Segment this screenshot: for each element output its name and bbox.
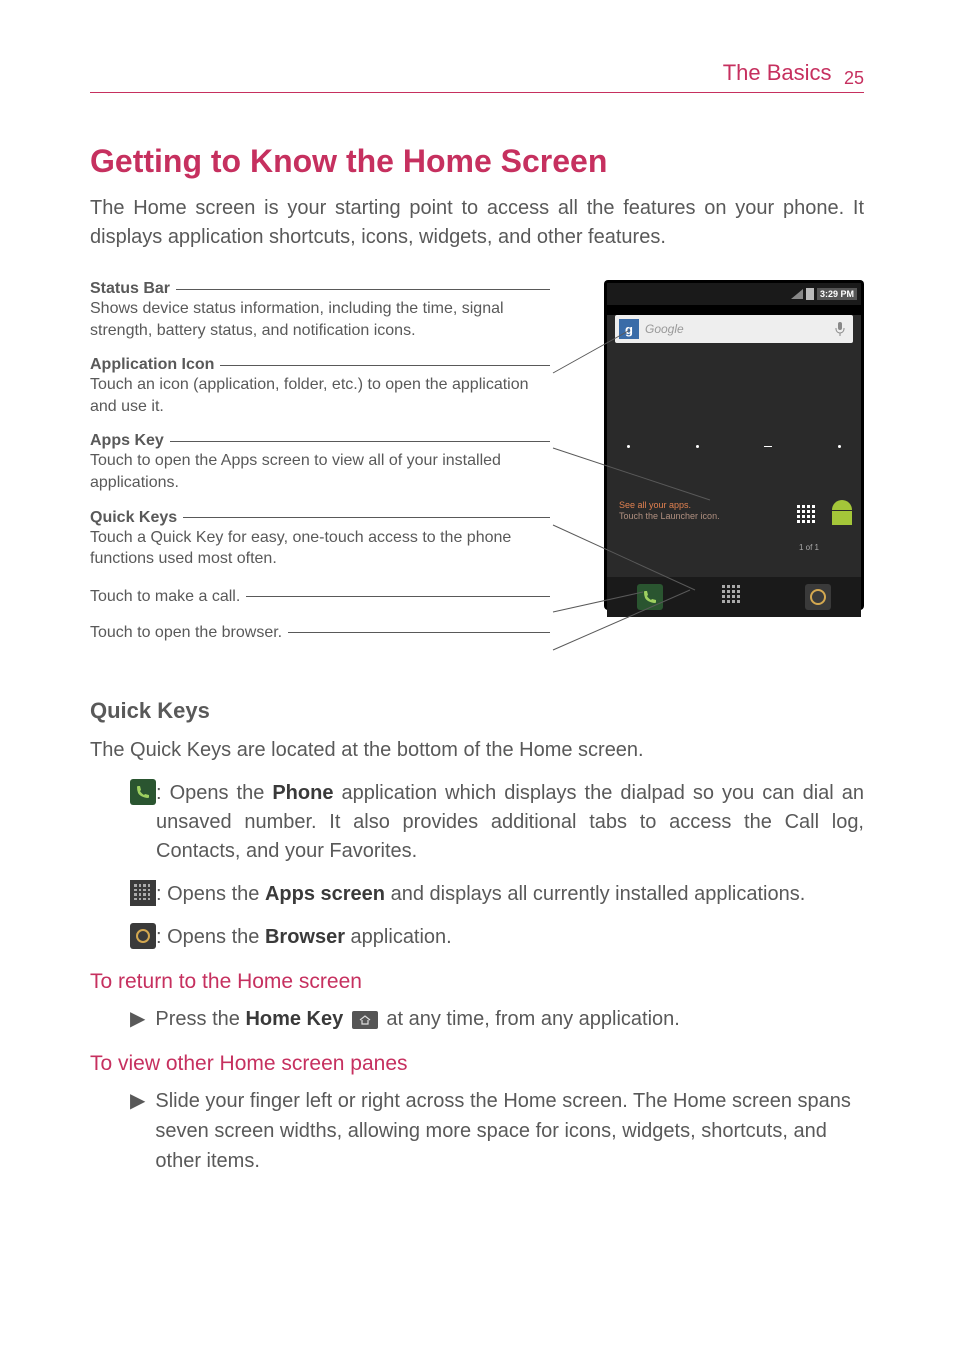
- hint-line2: Touch the Launcher icon.: [619, 511, 720, 522]
- callout-title: Apps Key: [90, 432, 164, 450]
- mic-icon[interactable]: [831, 320, 849, 338]
- home-screen-diagram: Status Bar Shows device status informati…: [90, 280, 864, 680]
- leader-line: [246, 596, 550, 597]
- browser-icon: [130, 923, 156, 949]
- callout-title: Application Icon: [90, 356, 214, 374]
- callout-title: Status Bar: [90, 280, 170, 298]
- quick-key-phone: : Opens the Phone application which disp…: [130, 779, 864, 866]
- phone-screenshot: 3:29 PM g Google See all your apps. Touc…: [604, 280, 864, 610]
- callout-text: Touch to open the browser.: [90, 624, 282, 642]
- callout-make-call: Touch to make a call.: [90, 588, 550, 606]
- quick-key-browser: : Opens the Browser application.: [130, 923, 864, 952]
- apps-key-icon[interactable]: [797, 505, 821, 529]
- dock-phone-icon[interactable]: [637, 584, 663, 610]
- callout-desc: Touch to open the Apps screen to view al…: [90, 450, 550, 493]
- return-home-step: ▶ Press the Home Key at any time, from a…: [90, 1004, 864, 1034]
- page-indicator: 1 of 1: [799, 543, 819, 552]
- launcher-hint: See all your apps. Touch the Launcher ic…: [619, 500, 720, 522]
- quick-keys-intro: The Quick Keys are located at the bottom…: [90, 736, 864, 765]
- hint-line1: See all your apps.: [619, 500, 720, 511]
- signal-icon: [791, 289, 803, 299]
- leader-line: [176, 289, 550, 290]
- dock-browser-icon[interactable]: [805, 584, 831, 610]
- bullet-icon: ▶: [130, 1086, 145, 1176]
- callout-desc: Shows device status information, includi…: [90, 298, 550, 341]
- leader-line: [183, 517, 550, 518]
- phone-dock: [607, 577, 861, 617]
- intro-paragraph: The Home screen is your starting point t…: [90, 194, 864, 252]
- quick-keys-list: : Opens the Phone application which disp…: [90, 779, 864, 952]
- return-home-heading: To return to the Home screen: [90, 970, 864, 994]
- quick-keys-heading: Quick Keys: [90, 698, 864, 724]
- home-key-icon: [352, 1011, 378, 1029]
- status-time: 3:29 PM: [817, 288, 857, 300]
- callouts-column: Status Bar Shows device status informati…: [90, 280, 550, 642]
- header-rule: [90, 92, 864, 93]
- phone-status-bar: 3:29 PM: [607, 283, 861, 305]
- main-heading: Getting to Know the Home Screen: [90, 143, 864, 180]
- other-panes-heading: To view other Home screen panes: [90, 1052, 864, 1076]
- callout-app-icon: Application Icon Touch an icon (applicat…: [90, 356, 550, 417]
- callout-desc: Touch an icon (application, folder, etc.…: [90, 374, 550, 417]
- search-placeholder: Google: [639, 322, 831, 336]
- bullet-icon: ▶: [130, 1004, 145, 1034]
- bullet-text: Press the Home Key at any time, from any…: [155, 1004, 864, 1034]
- other-panes-step: ▶ Slide your finger left or right across…: [90, 1086, 864, 1176]
- wallpaper-dots: [607, 445, 861, 448]
- google-search-widget[interactable]: g Google: [615, 315, 853, 343]
- callout-desc: Touch a Quick Key for easy, one-touch ac…: [90, 527, 550, 570]
- callout-status-bar: Status Bar Shows device status informati…: [90, 280, 550, 341]
- list-item-text: : Opens the Phone application which disp…: [156, 779, 864, 866]
- page-header: The Basics 25: [90, 60, 864, 93]
- apps-screen-icon: [130, 880, 156, 906]
- leader-line: [220, 365, 550, 366]
- callout-apps-key: Apps Key Touch to open the Apps screen t…: [90, 432, 550, 493]
- page-number: 25: [844, 68, 864, 88]
- leader-line: [170, 441, 550, 442]
- callout-title: Quick Keys: [90, 509, 177, 527]
- battery-icon: [806, 288, 814, 300]
- callout-open-browser: Touch to open the browser.: [90, 624, 550, 642]
- list-item-text: : Opens the Apps screen and displays all…: [156, 880, 864, 909]
- section-name: The Basics: [723, 60, 832, 85]
- google-g-icon: g: [619, 319, 639, 339]
- phone-icon: [130, 779, 156, 805]
- bullet-text: Slide your finger left or right across t…: [155, 1086, 864, 1176]
- list-item-text: : Opens the Browser application.: [156, 923, 864, 952]
- callout-quick-keys: Quick Keys Touch a Quick Key for easy, o…: [90, 509, 550, 570]
- leader-line: [288, 632, 550, 633]
- android-icon[interactable]: [829, 500, 855, 530]
- callout-text: Touch to make a call.: [90, 588, 240, 606]
- phone-home-content: g Google See all your apps. Touch the La…: [607, 315, 861, 617]
- dock-apps-icon[interactable]: [722, 585, 746, 609]
- quick-key-apps: : Opens the Apps screen and displays all…: [130, 880, 864, 909]
